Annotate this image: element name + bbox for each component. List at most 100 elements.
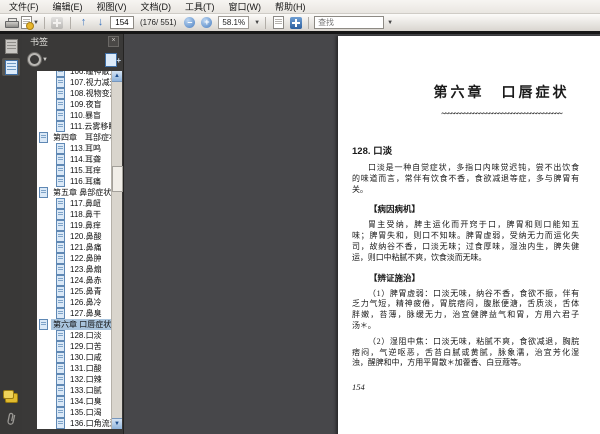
bookmark-item[interactable]: 120.鼻酸 bbox=[54, 231, 112, 242]
bookmark-page-icon bbox=[39, 319, 48, 330]
bookmark-label: 123.鼻煽 bbox=[70, 265, 102, 274]
text-line: 味；脾胃失和，则口不知味。脾胃虚弱，受纳无力而运化失 bbox=[352, 231, 579, 241]
bookmark-page-icon bbox=[56, 231, 65, 242]
menu-window[interactable]: 窗口(W) bbox=[222, 0, 269, 13]
bookmark-page-icon bbox=[56, 121, 65, 132]
bookmark-page-icon bbox=[56, 143, 65, 154]
bookmark-item[interactable]: 122.鼻肿 bbox=[54, 253, 112, 264]
bookmark-item[interactable]: 119.鼻痒 bbox=[54, 220, 112, 231]
bookmark-label: 133.口腻 bbox=[70, 386, 102, 395]
text-line: 运，则口中粘腻不爽，饮食淡而无味。 bbox=[352, 252, 487, 262]
pages-panel-icon[interactable] bbox=[4, 39, 18, 54]
bookmark-scrollbar[interactable]: ▲ ▼ bbox=[111, 71, 123, 429]
bookmark-page-icon bbox=[56, 154, 65, 165]
zoom-level-value: 58.1% bbox=[222, 18, 246, 27]
bookmark-chapter[interactable]: -第四章 耳部症状 bbox=[37, 132, 112, 143]
bookmark-item[interactable]: 131.口酸 bbox=[54, 363, 112, 374]
text-line: （2）湿阻中焦：口淡无味，粘腻不爽，食欲减退，胸脘 bbox=[368, 336, 579, 346]
bookmark-page-icon bbox=[56, 330, 65, 341]
bookmark-item[interactable]: 129.口苦 bbox=[54, 341, 112, 352]
page-number-label: 154 bbox=[352, 382, 365, 393]
text-line: 关。 bbox=[352, 184, 368, 194]
previous-page-button[interactable]: ↑ bbox=[76, 15, 91, 30]
bookmark-label: 135.口渴 bbox=[70, 408, 102, 417]
bookmark-item[interactable]: 117.鼻衄 bbox=[54, 198, 112, 209]
expand-current-bookmark-icon[interactable] bbox=[105, 52, 121, 67]
bookmark-item[interactable]: 126.鼻冷 bbox=[54, 297, 112, 308]
main-toolbar: ▼ ↑ ↓ (176/ 551) – + 58.1% ▼ ▼ bbox=[0, 14, 600, 31]
toolbar-separator bbox=[43, 16, 45, 29]
bookmark-item[interactable]: 114.耳聋 bbox=[54, 154, 112, 165]
bookmark-item[interactable]: 121.鼻痛 bbox=[54, 242, 112, 253]
bookmark-chapter[interactable]: -第六章 口唇症状 bbox=[37, 319, 112, 330]
bookmark-page-icon bbox=[56, 407, 65, 418]
bookmark-item[interactable]: 124.鼻赤 bbox=[54, 275, 112, 286]
bookmark-item[interactable]: 130.口咸 bbox=[54, 352, 112, 363]
bookmark-item[interactable]: 127.鼻臭 bbox=[54, 308, 112, 319]
bookmark-page-icon bbox=[39, 132, 48, 143]
bookmark-item[interactable]: 108.视物变形 bbox=[54, 88, 112, 99]
menu-edit[interactable]: 编辑(E) bbox=[46, 0, 90, 13]
attachments-paperclip-icon[interactable] bbox=[4, 410, 18, 427]
page-number-input[interactable] bbox=[109, 16, 134, 29]
export-button[interactable]: ▼ bbox=[21, 15, 39, 30]
bookmark-item[interactable]: 134.口臭 bbox=[54, 396, 112, 407]
text-line: 痞闷，气逆呕恶，舌苔白腻或黄腻，脉象濡，治宜芳化湿 bbox=[352, 347, 579, 357]
bookmark-page-icon bbox=[56, 176, 65, 187]
bookmark-item[interactable]: 115.耳痒 bbox=[54, 165, 112, 176]
menu-help[interactable]: 帮助(H) bbox=[268, 0, 313, 13]
bookmark-label: 116.耳痛 bbox=[70, 177, 101, 186]
bookmark-item[interactable]: 109.夜盲 bbox=[54, 99, 112, 110]
bookmarks-panel-button[interactable] bbox=[2, 58, 20, 76]
text-line: 乏力气短，精神疲倦，胃脘痞闷，腹胀便溏，舌质淡，舌体 bbox=[352, 299, 579, 309]
scroll-up-icon[interactable]: ▲ bbox=[112, 71, 122, 82]
scroll-down-icon[interactable]: ▼ bbox=[112, 418, 122, 429]
page-scroll-icon bbox=[273, 16, 285, 29]
bookmark-page-icon bbox=[56, 352, 65, 363]
bookmark-label: 124.鼻赤 bbox=[70, 276, 102, 285]
menu-file[interactable]: 文件(F) bbox=[2, 0, 46, 13]
bookmark-chapter[interactable]: -第五章 鼻部症状 bbox=[37, 187, 112, 198]
toolbar-separator bbox=[308, 16, 310, 29]
bookmark-item[interactable]: 128.口淡 bbox=[54, 330, 112, 341]
bookmark-page-icon bbox=[56, 77, 65, 88]
print-button[interactable] bbox=[4, 15, 19, 30]
up-arrow-icon: ↑ bbox=[80, 16, 87, 28]
next-page-button[interactable]: ↓ bbox=[93, 15, 108, 30]
section-heading: 【辨证施治】 bbox=[369, 272, 421, 283]
bookmark-page-icon bbox=[56, 264, 65, 275]
text-line: 汤＊。 bbox=[352, 320, 376, 330]
chevron-down-icon[interactable]: ▼ bbox=[254, 20, 260, 26]
menu-document[interactable]: 文档(D) bbox=[134, 0, 179, 13]
scrolling-mode-button[interactable] bbox=[271, 15, 286, 30]
bookmark-label: 111.云雾移睛 bbox=[70, 122, 112, 131]
zoom-out-button[interactable]: – bbox=[182, 15, 197, 30]
menu-tools[interactable]: 工具(T) bbox=[178, 0, 222, 13]
close-icon[interactable]: × bbox=[108, 35, 119, 47]
menu-view[interactable]: 视图(V) bbox=[90, 0, 134, 13]
options-button[interactable]: ▼ bbox=[28, 53, 48, 66]
bookmark-item[interactable]: 123.鼻煽 bbox=[54, 264, 112, 275]
paragraph: 胃主受纳，脾主运化而开窍于口，脾胃和则口能知五 味；脾胃失和，则口不知味。脾胃虚弱… bbox=[352, 220, 579, 263]
down-arrow-icon: ↓ bbox=[97, 16, 104, 28]
bookmark-item[interactable]: 132.口辣 bbox=[54, 374, 112, 385]
comments-panel-icon[interactable] bbox=[2, 390, 18, 403]
bookmark-item[interactable]: 135.口渴 bbox=[54, 407, 112, 418]
bookmark-page-icon bbox=[39, 187, 48, 198]
bookmark-item[interactable]: 107.视力减退 bbox=[54, 77, 112, 88]
search-input[interactable] bbox=[314, 16, 385, 29]
bookmark-item[interactable]: 110.暴盲 bbox=[54, 110, 112, 121]
scrollbar-thumb[interactable] bbox=[112, 166, 123, 192]
bookmark-item[interactable]: 116.耳痛 bbox=[54, 176, 112, 187]
bookmark-item[interactable]: 113.耳鸣 bbox=[54, 143, 112, 154]
bookmark-item[interactable]: 136.口角流涎 bbox=[54, 418, 112, 429]
bookmark-item[interactable]: 111.云雾移睛 bbox=[54, 121, 112, 132]
zoom-level-select[interactable]: 58.1% bbox=[218, 16, 250, 29]
bookmark-label: 第五章 鼻部症状 bbox=[53, 188, 112, 197]
zoom-in-button[interactable]: + bbox=[199, 15, 214, 30]
bookmark-item[interactable]: 118.鼻干 bbox=[54, 209, 112, 220]
bookmark-item[interactable]: 125.鼻青 bbox=[54, 286, 112, 297]
fullscreen-button[interactable] bbox=[288, 15, 303, 30]
chevron-down-icon[interactable]: ▼ bbox=[387, 20, 393, 26]
bookmark-item[interactable]: 133.口腻 bbox=[54, 385, 112, 396]
